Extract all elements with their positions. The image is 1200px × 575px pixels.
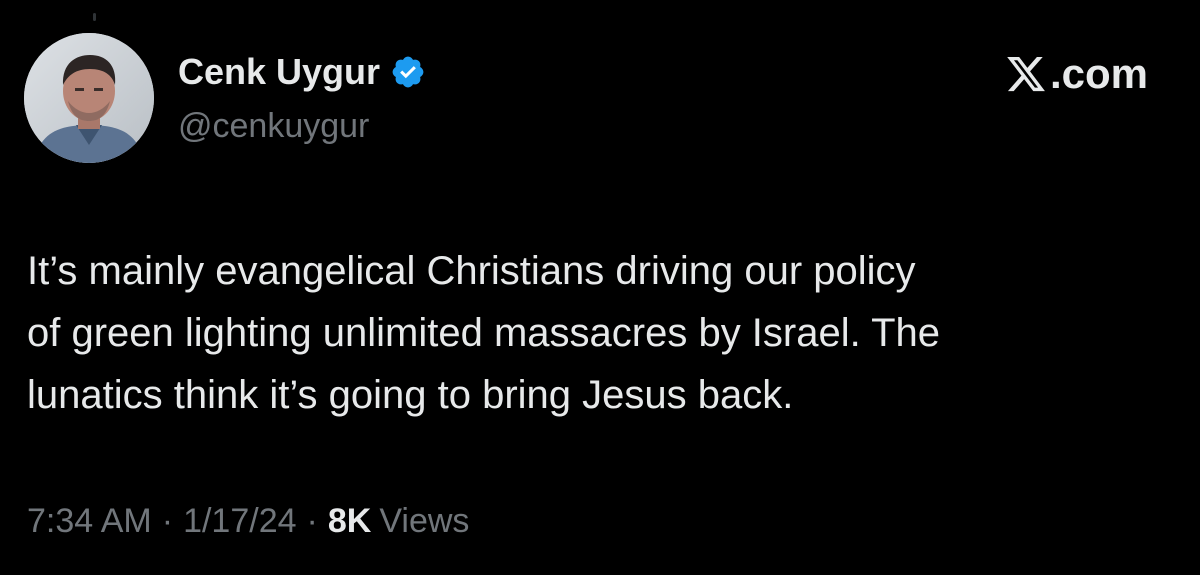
avatar[interactable] (24, 33, 154, 163)
avatar-photo (24, 33, 154, 163)
views-label: Views (379, 502, 470, 540)
meta-separator: · (161, 502, 174, 540)
author-display-name[interactable]: Cenk Uygur (178, 51, 380, 93)
tweet-text-line: It’s mainly evangelical Christians drivi… (27, 249, 916, 293)
author-name-row[interactable]: Cenk Uygur (178, 50, 426, 94)
author-handle[interactable]: @cenkuygur (178, 107, 369, 146)
brand-mark: .com (1004, 50, 1148, 98)
verified-badge-icon (390, 54, 426, 90)
views-count[interactable]: 8K (328, 502, 371, 541)
tweet-text: It’s mainly evangelical Christians drivi… (27, 240, 1177, 426)
meta-separator: · (306, 502, 318, 540)
brand-domain-text: .com (1049, 50, 1148, 97)
tweet-text-line: of green lighting unlimited massacres by… (27, 311, 941, 355)
x-logo-icon (1004, 53, 1048, 95)
tweet-date[interactable]: 1/17/24 (183, 502, 296, 541)
thread-line-stub (93, 13, 96, 21)
tweet-time[interactable]: 7:34 AM (27, 502, 152, 541)
tweet-text-line: lunatics think it’s going to bring Jesus… (27, 373, 794, 417)
tweet-card: Cenk Uygur @cenkuygur .com It’s mainly e… (0, 0, 1200, 575)
tweet-meta: 7:34 AM · 1/17/24 · 8K Views (27, 502, 469, 541)
